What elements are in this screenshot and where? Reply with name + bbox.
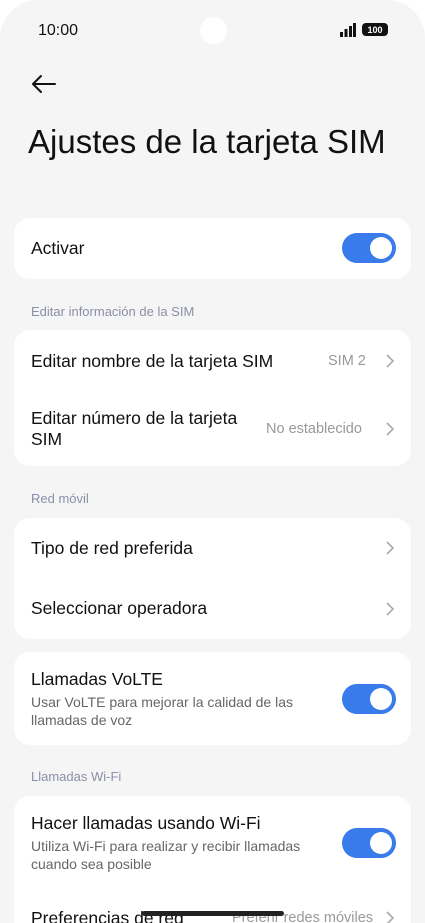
wifi-calls-text: Hacer llamadas usando Wi-Fi Utiliza Wi-F… bbox=[31, 813, 331, 873]
activate-toggle[interactable] bbox=[342, 233, 396, 263]
sim-info-card: Editar nombre de la tarjeta SIM SIM 2 Ed… bbox=[14, 330, 411, 466]
preferred-network-type-row[interactable]: Tipo de red preferida bbox=[14, 518, 411, 578]
volte-toggle[interactable] bbox=[342, 684, 396, 714]
status-bar: 10:00 100 bbox=[0, 0, 425, 60]
preferred-network-type-label: Tipo de red preferida bbox=[31, 537, 193, 558]
edit-sim-name-value: SIM 2 bbox=[328, 353, 366, 369]
back-button[interactable] bbox=[28, 68, 60, 100]
select-operator-label: Seleccionar operadora bbox=[31, 598, 208, 618]
home-indicator[interactable] bbox=[142, 911, 284, 916]
toggle-knob bbox=[370, 688, 392, 710]
section-header-mobile-network: Red móvil bbox=[31, 491, 89, 506]
section-header-wifi-calls: Llamadas Wi-Fi bbox=[31, 769, 122, 784]
wifi-calls-row[interactable]: Hacer llamadas usando Wi-Fi Utiliza Wi-F… bbox=[14, 796, 411, 890]
chevron-right-icon bbox=[386, 354, 395, 368]
edit-sim-name-label: Editar nombre de la tarjeta SIM bbox=[31, 350, 274, 371]
activate-card: Activar bbox=[14, 218, 411, 279]
wifi-calls-card: Hacer llamadas usando Wi-Fi Utiliza Wi-F… bbox=[14, 796, 411, 923]
volte-text: Llamadas VoLTE Usar VoLTE para mejorar l… bbox=[31, 669, 321, 729]
wifi-calls-label: Hacer llamadas usando Wi-Fi bbox=[31, 813, 261, 833]
mobile-network-card: Tipo de red preferida Seleccionar operad… bbox=[14, 518, 411, 639]
volte-label: Llamadas VoLTE bbox=[31, 668, 163, 689]
front-camera bbox=[200, 17, 227, 44]
signal-icon bbox=[340, 23, 356, 37]
edit-sim-number-value: No establecido bbox=[266, 421, 362, 437]
section-header-sim-info: Editar información de la SIM bbox=[31, 304, 195, 319]
wifi-calls-toggle[interactable] bbox=[342, 828, 396, 858]
volte-description: Usar VoLTE para mejorar la calidad de la… bbox=[31, 693, 293, 728]
wifi-calls-description: Utiliza Wi-Fi para realizar y recibir ll… bbox=[31, 838, 301, 872]
volte-card: Llamadas VoLTE Usar VoLTE para mejorar l… bbox=[14, 652, 411, 745]
battery-icon: 100 bbox=[362, 23, 388, 36]
edit-sim-number-label: Editar número de la tarjeta SIM bbox=[31, 408, 238, 449]
volte-row[interactable]: Llamadas VoLTE Usar VoLTE para mejorar l… bbox=[14, 652, 411, 745]
phone-screen: 10:00 100 Ajustes de la tarjeta SIM Acti… bbox=[0, 0, 425, 923]
select-operator-row[interactable]: Seleccionar operadora bbox=[14, 578, 411, 639]
toggle-knob bbox=[370, 832, 392, 854]
chevron-right-icon bbox=[386, 541, 395, 555]
chevron-right-icon bbox=[386, 601, 395, 616]
page-title: Ajustes de la tarjeta SIM bbox=[28, 123, 386, 160]
toggle-knob bbox=[370, 237, 392, 259]
back-arrow-icon bbox=[32, 75, 56, 93]
status-time: 10:00 bbox=[38, 22, 79, 39]
activate-row[interactable]: Activar bbox=[14, 218, 411, 279]
battery-level: 100 bbox=[367, 24, 383, 35]
edit-sim-name-row[interactable]: Editar nombre de la tarjeta SIM SIM 2 bbox=[14, 330, 411, 392]
activate-label: Activar bbox=[31, 238, 85, 258]
edit-sim-number-row[interactable]: Editar número de la tarjeta SIM No estab… bbox=[14, 392, 411, 466]
chevron-right-icon bbox=[386, 422, 395, 436]
chevron-right-icon bbox=[386, 911, 395, 923]
